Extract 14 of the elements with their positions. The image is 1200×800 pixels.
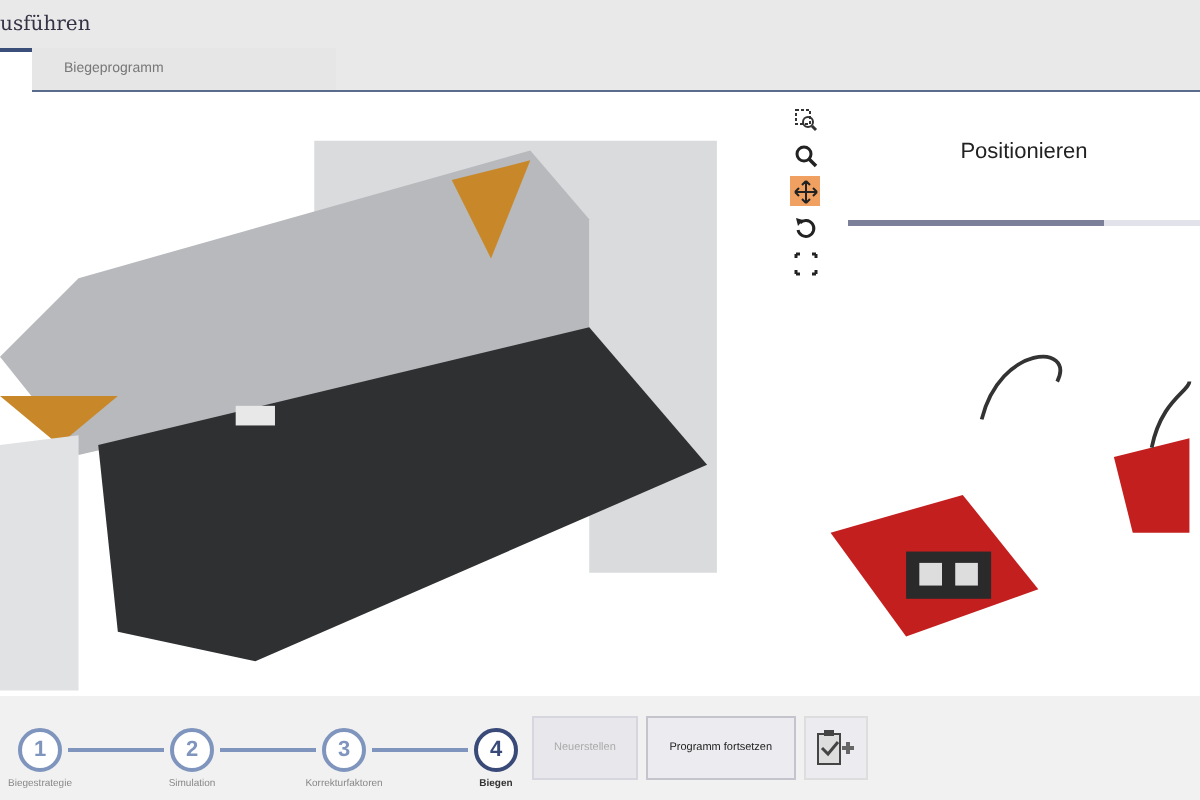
clipboard-icon — [813, 728, 858, 768]
search-icon[interactable] — [790, 140, 820, 170]
rotate-icon[interactable] — [790, 212, 820, 242]
panel-title: Positionieren — [958, 140, 1090, 164]
clipboard-button[interactable] — [803, 716, 868, 780]
step-circle[interactable]: 4 — [474, 727, 518, 771]
page-title: usführen — [0, 13, 91, 35]
zoom-window-icon[interactable] — [790, 104, 820, 134]
step-circle[interactable]: 1 — [18, 727, 62, 771]
step-circle[interactable]: 2 — [170, 727, 214, 771]
step-circle[interactable]: 3 — [322, 727, 366, 771]
move-icon[interactable] — [790, 176, 820, 206]
tab[interactable] — [0, 48, 32, 92]
fit-icon[interactable] — [790, 248, 820, 278]
